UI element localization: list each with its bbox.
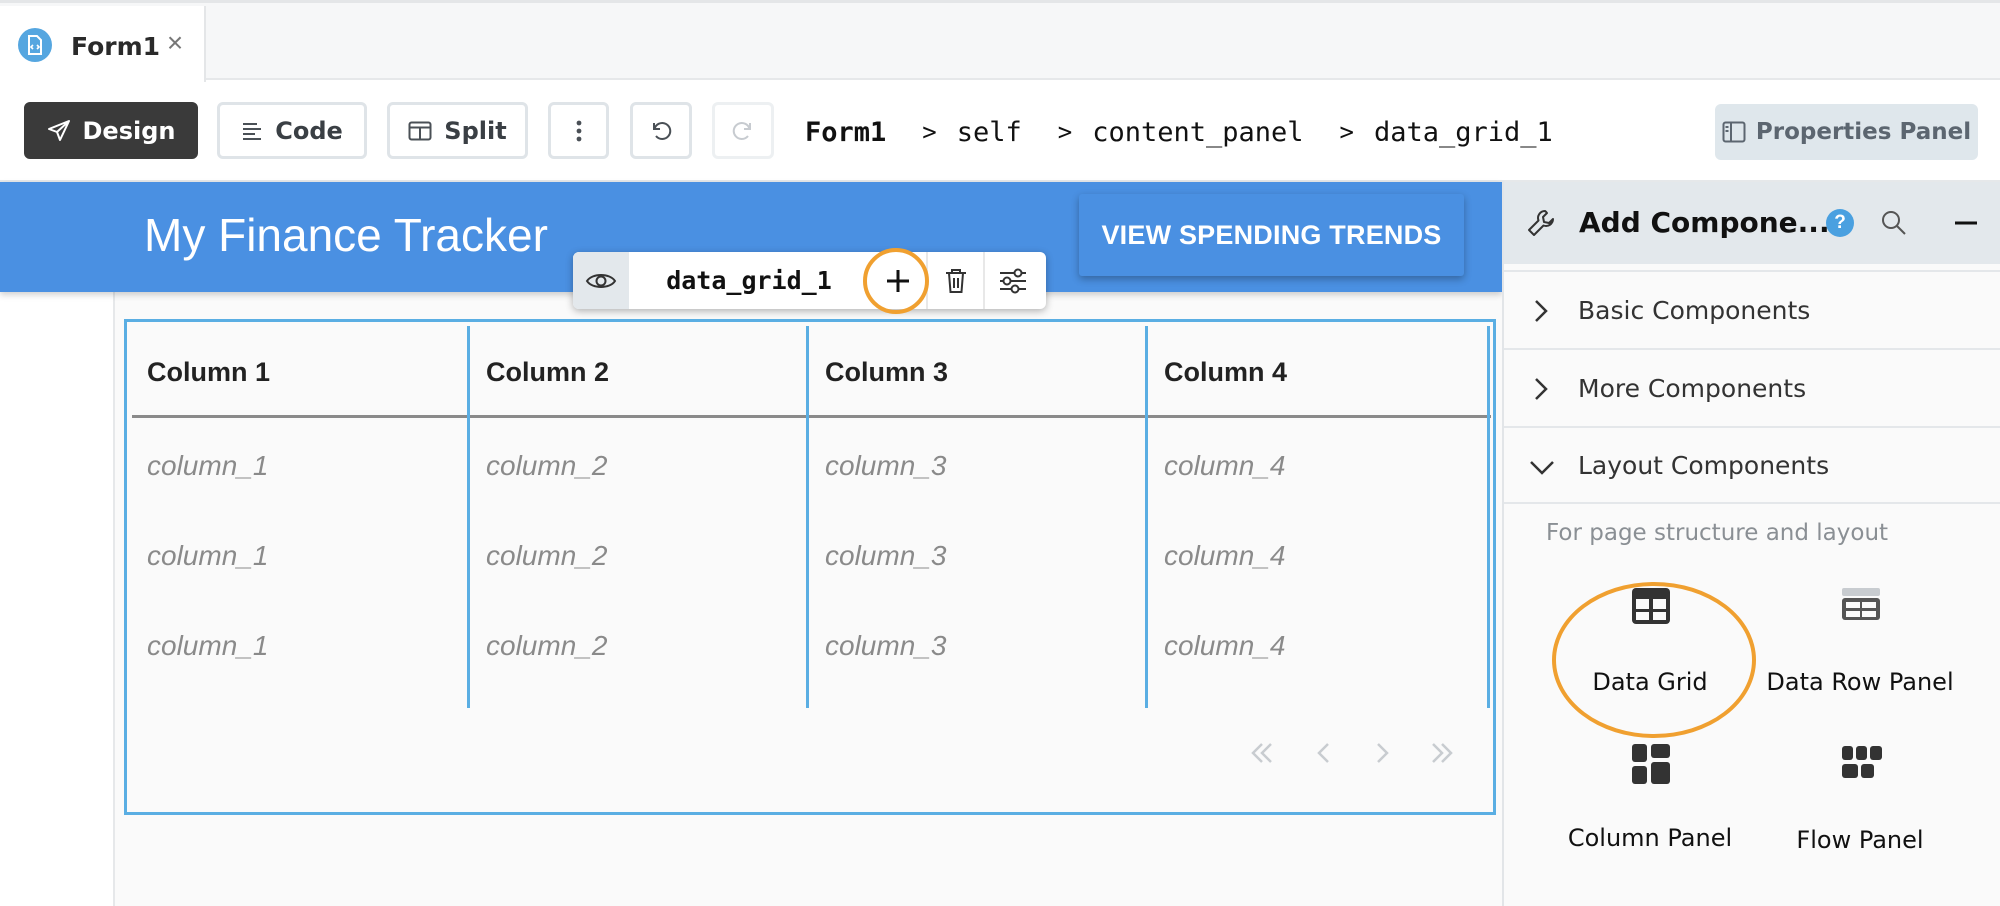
trash-icon[interactable] [926, 252, 983, 309]
properties-label: Properties Panel [1755, 119, 1972, 145]
component-toolbar: data_grid_1 [573, 248, 1046, 314]
column-header[interactable]: Column 1 [147, 357, 270, 388]
breadcrumb-separator: > [1339, 118, 1354, 146]
grid-cell: column_4 [1164, 540, 1286, 571]
tab-bar: Form1 × [0, 0, 2000, 83]
grid-cell: column_1 [147, 630, 269, 661]
breadcrumb-separator: > [1057, 118, 1073, 146]
code-button[interactable]: Code [217, 102, 367, 159]
section-basic-components[interactable]: Basic Components [1504, 270, 2000, 348]
paper-plane-icon [47, 119, 70, 141]
component-data-row-panel[interactable]: Data Row Panel [1760, 586, 1960, 706]
column-header[interactable]: Column 2 [486, 357, 609, 388]
sidebar-panel-icon [1722, 121, 1746, 143]
design-button[interactable]: Design [24, 102, 198, 159]
column-divider[interactable] [467, 326, 470, 708]
column-header[interactable]: Column 4 [1164, 357, 1287, 388]
tab-form1[interactable]: Form1 × [0, 6, 206, 83]
grid-cell: column_2 [486, 540, 608, 571]
add-components-panel: Add Compone... ? Basic Components More C… [1502, 182, 2000, 906]
grid-cell: column_2 [486, 630, 608, 661]
grid-cell: column_3 [825, 540, 947, 571]
app-title[interactable]: My Finance Tracker [144, 208, 548, 262]
component-label: Data Grid [1592, 668, 1708, 696]
column-divider[interactable] [806, 326, 809, 708]
code-lines-icon [243, 122, 262, 140]
designer-toolbar: Design Code Split Form1 > self > content… [0, 82, 2000, 182]
section-label: Basic Components [1578, 295, 1811, 325]
data-grid[interactable]: Column 1 Column 2 Column 3 Column 4 colu… [124, 319, 1496, 815]
undo-icon [653, 121, 672, 140]
chevron-right-icon [1535, 378, 1548, 400]
split-view-icon [408, 121, 432, 140]
view-spending-trends-button[interactable]: VIEW SPENDING TRENDS [1079, 194, 1464, 276]
sliders-settings-icon[interactable] [983, 252, 1040, 309]
search-icon[interactable] [1879, 208, 1909, 238]
grid-cell: column_1 [147, 540, 269, 571]
flow-panel-icon [1842, 746, 1882, 778]
breadcrumb-item[interactable]: content_panel [1092, 117, 1303, 148]
code-label: Code [275, 116, 343, 145]
section-more-components[interactable]: More Components [1504, 348, 2000, 426]
canvas-gutter [0, 292, 115, 906]
split-label: Split [444, 116, 507, 145]
breadcrumb-item[interactable]: self [957, 117, 1022, 148]
grid-cell: column_4 [1164, 630, 1286, 661]
component-data-grid[interactable]: Data Grid [1550, 586, 1750, 706]
design-canvas: My Finance Tracker VIEW SPENDING TRENDS … [0, 182, 1502, 906]
grid-cell: column_2 [486, 450, 608, 481]
data-grid-icon [1632, 588, 1670, 624]
breadcrumb-item[interactable]: Form1 [805, 117, 886, 148]
next-page-icon[interactable] [1357, 728, 1407, 778]
section-label: Layout Components [1578, 450, 1830, 480]
section-layout-components[interactable]: Layout Components [1504, 426, 2000, 504]
redo-button[interactable] [712, 102, 774, 159]
help-icon[interactable]: ? [1826, 209, 1854, 237]
last-page-icon[interactable] [1417, 728, 1467, 778]
redo-icon [732, 121, 751, 140]
kebab-menu-icon [576, 120, 581, 141]
column-divider[interactable] [1487, 326, 1490, 708]
form-file-icon [18, 28, 52, 62]
chevron-right-icon [1535, 300, 1548, 322]
first-page-icon[interactable] [1237, 728, 1287, 778]
breadcrumb-item[interactable]: data_grid_1 [1374, 117, 1553, 148]
section-label: More Components [1578, 373, 1807, 403]
section-description: For page structure and layout [1546, 520, 1889, 546]
data-row-panel-icon [1842, 588, 1880, 620]
breadcrumb: Form1 > self > content_panel > data_grid… [805, 112, 1553, 152]
grid-cell: column_3 [825, 630, 947, 661]
grid-header-row [132, 326, 1491, 418]
visibility-eye-icon[interactable] [573, 252, 629, 309]
add-icon[interactable] [863, 248, 929, 314]
breadcrumb-separator: > [922, 118, 937, 146]
previous-page-icon[interactable] [1299, 728, 1349, 778]
grid-cell: column_4 [1164, 450, 1286, 481]
split-button[interactable]: Split [387, 102, 528, 159]
component-column-panel[interactable]: Column Panel [1550, 744, 1750, 880]
properties-panel-button[interactable]: Properties Panel [1715, 104, 1978, 160]
grid-cell: column_3 [825, 450, 947, 481]
panel-header: Add Compone... ? [1504, 182, 2000, 264]
component-label: Flow Panel [1796, 826, 1924, 854]
component-flow-panel[interactable]: Flow Panel [1760, 746, 1960, 880]
more-options-button[interactable] [548, 102, 609, 159]
chevron-down-icon [1530, 461, 1554, 475]
collapse-minus-icon[interactable] [1952, 208, 1980, 238]
panel-title: Add Compone... [1579, 206, 1830, 239]
close-icon[interactable]: × [162, 27, 188, 58]
component-label: Column Panel [1567, 824, 1733, 852]
component-label: Data Row Panel [1766, 668, 1954, 696]
undo-button[interactable] [630, 102, 692, 159]
column-divider[interactable] [1145, 326, 1148, 708]
design-label: Design [82, 116, 176, 145]
column-panel-icon [1632, 744, 1670, 784]
component-name: data_grid_1 [666, 266, 832, 295]
tab-label: Form1 [71, 32, 161, 61]
wrench-icon [1528, 210, 1554, 236]
grid-cell: column_1 [147, 450, 269, 481]
column-header[interactable]: Column 3 [825, 357, 948, 388]
